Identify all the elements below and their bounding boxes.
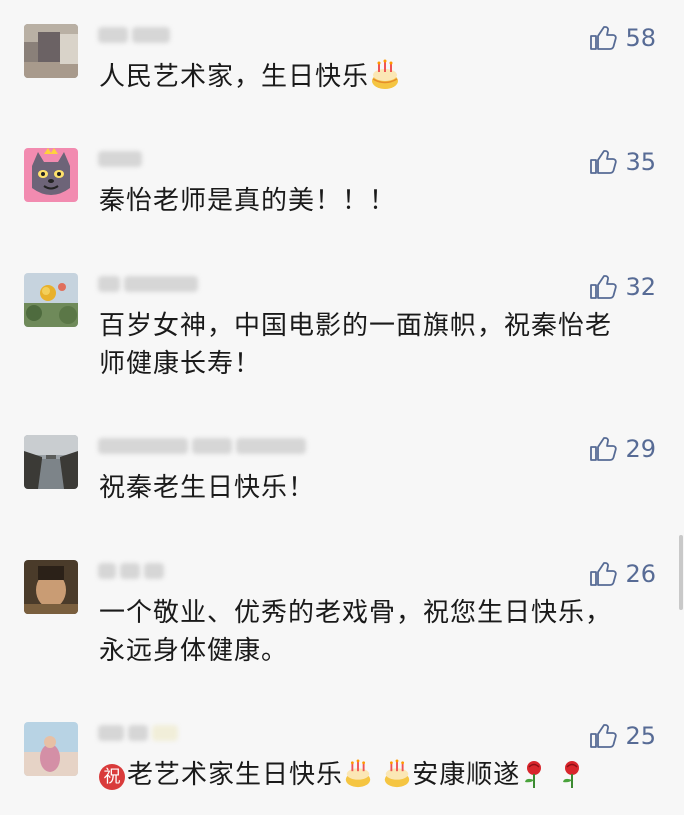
like-count: 32 [625,273,656,301]
avatar[interactable] [24,722,78,776]
rose-emoji [558,759,586,800]
thumbs-up-icon [590,150,618,174]
avatar[interactable] [24,560,78,614]
like-count: 29 [625,435,656,463]
avatar[interactable] [24,148,78,202]
comment-text-content: 秦怡老师是真的美！！！ [99,186,397,216]
comment-text: 祝老艺术家生日快乐 安康顺遂 [99,756,659,800]
like-count: 35 [625,148,656,176]
like-button[interactable]: 29 [589,435,656,463]
comment-text-content: 安康顺遂 [412,760,521,790]
canal-landscape-avatar [24,435,78,489]
blurred-seaside-avatar [24,722,78,776]
like-button[interactable]: 25 [589,722,656,750]
like-button[interactable]: 35 [589,148,656,176]
birthday-cake-emoji [343,759,373,800]
avatar[interactable] [24,24,78,78]
nickname-blurred[interactable] [98,435,306,457]
comment-text: 秦怡老师是真的美！！！ [99,182,659,220]
birthday-cake-emoji [369,59,401,102]
yellow-flower-avatar [24,273,78,327]
thumbs-up-icon [590,26,618,50]
comment-text: 百岁女神，中国电影的一面旗帜，祝秦怡老 师健康长寿！ [99,307,659,383]
comment-feed: 人民艺术家，生日快乐 58 秦怡老师是真的美！！！ 35 百岁女神，中国电影的一… [0,0,684,815]
thumbs-up-icon [590,437,618,461]
thumbs-up-icon [590,724,618,748]
like-count: 58 [625,24,656,52]
thumbs-up-icon [590,275,618,299]
comment-text: 一个敬业、优秀的老戏骨，祝您生日快乐， 永远身体健康。 [99,594,659,670]
comment-text: 祝秦老生日快乐！ [99,469,659,507]
cartoon-wolf-avatar [24,148,78,202]
rose-emoji [520,759,548,800]
birthday-cake-emoji [382,759,412,800]
scrollbar[interactable] [679,535,683,610]
like-button[interactable]: 58 [589,24,656,52]
comment-text-line: 永远身体健康。 [99,636,289,666]
like-button[interactable]: 32 [589,273,656,301]
thumbs-up-icon [590,562,618,586]
like-count: 26 [625,560,656,588]
blurred-photo-avatar [24,24,78,78]
comment-text-content: 人民艺术家，生日快乐 [99,62,370,92]
comment-text-content: 老艺术家生日快乐 [127,760,344,790]
zhu-emoji: 祝 [99,764,125,790]
like-count: 25 [625,722,656,750]
comment-text-line: 一个敬业、优秀的老戏骨，祝您生日快乐， [99,598,613,628]
avatar[interactable] [24,435,78,489]
blurred-portrait-avatar [24,560,78,614]
avatar[interactable] [24,273,78,327]
nickname-blurred[interactable] [98,24,170,46]
comment-text: 人民艺术家，生日快乐 [99,58,659,102]
nickname-blurred[interactable] [98,560,164,582]
nickname-blurred[interactable] [98,273,198,295]
comment-text-content: 祝秦老生日快乐！ [99,473,316,503]
comment-text-line: 百岁女神，中国电影的一面旗帜，祝秦怡老 [99,311,613,341]
like-button[interactable]: 26 [589,560,656,588]
nickname-blurred[interactable] [98,722,178,744]
nickname-blurred[interactable] [98,148,142,170]
comment-text-line: 师健康长寿！ [99,349,262,379]
